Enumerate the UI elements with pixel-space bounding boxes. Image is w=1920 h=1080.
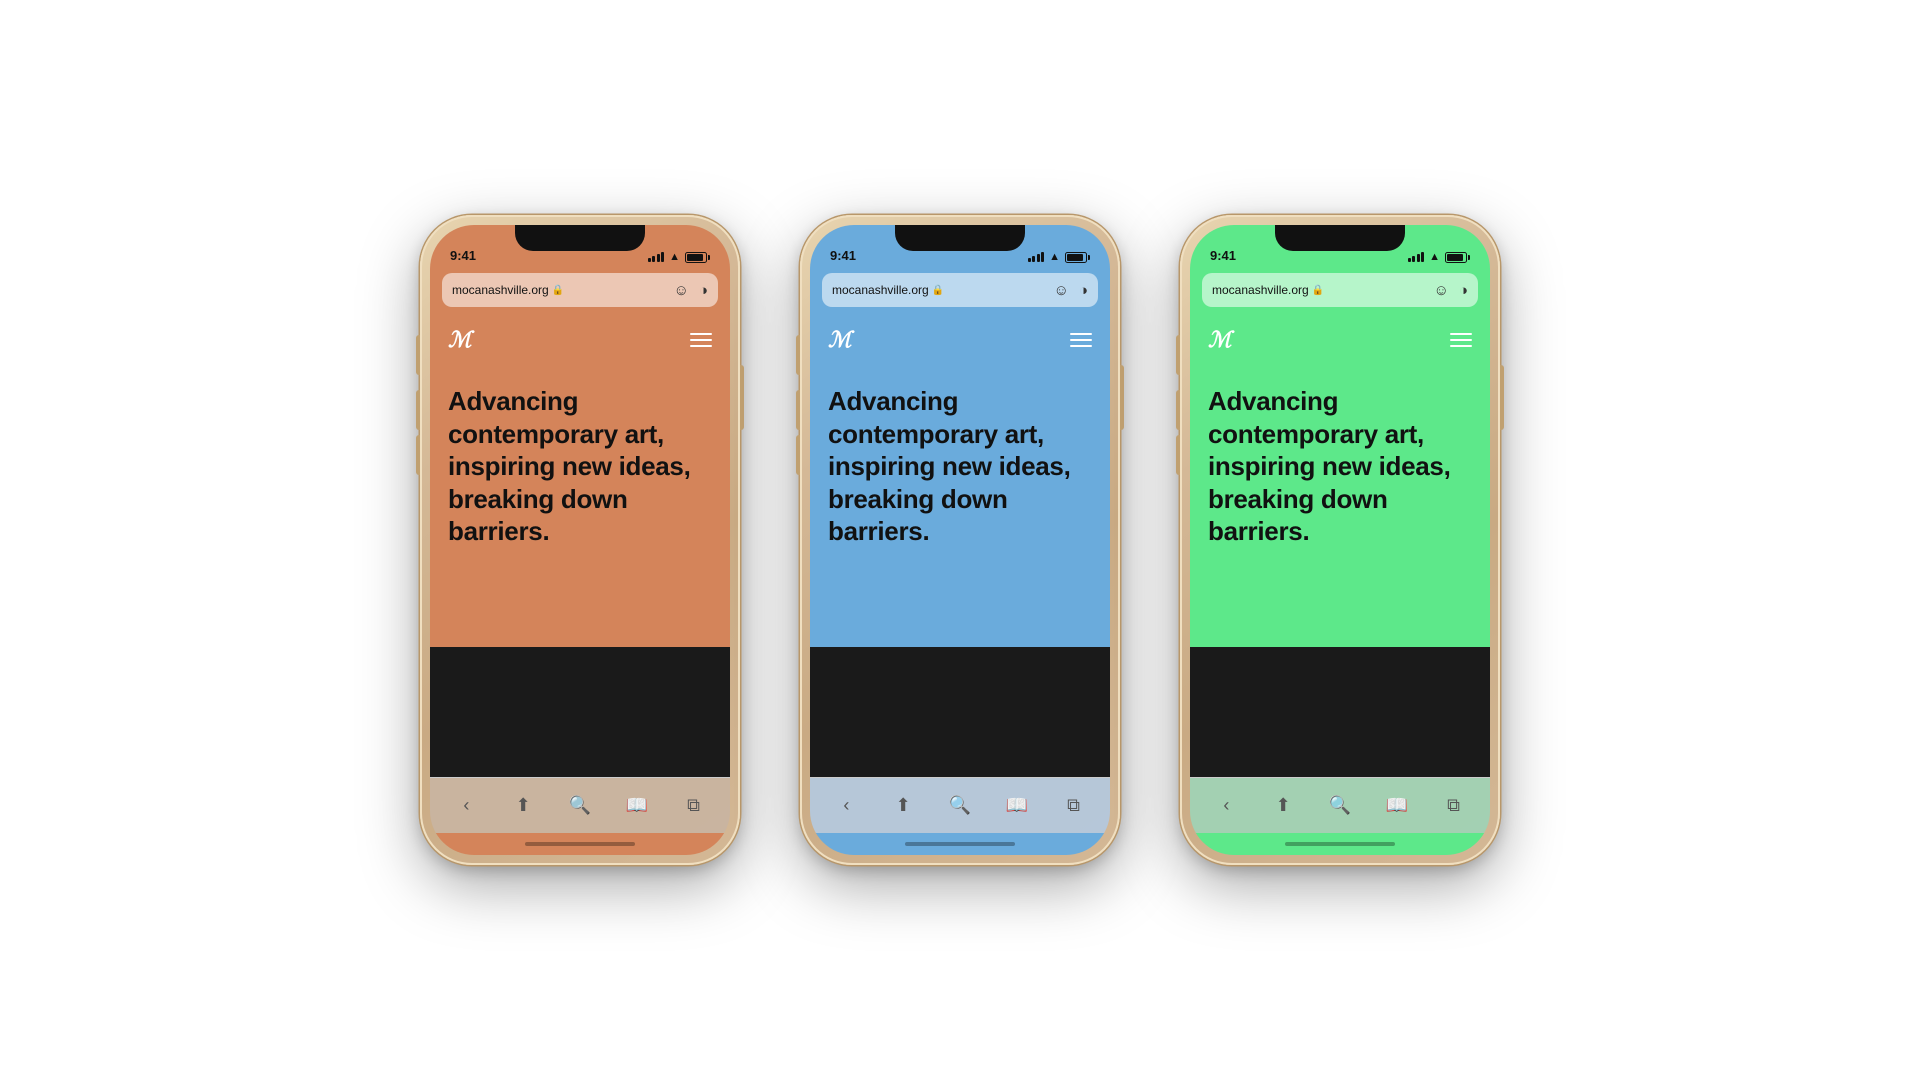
emoji-btn-blue[interactable]: ☺ [1054, 283, 1069, 298]
phone-green: 9:41 ▲ mocanashville.org 🔒 ☺ [1180, 215, 1500, 865]
site-header-green: ℳ [1190, 315, 1490, 365]
share-btn-green[interactable]: ⬆ [1265, 788, 1301, 824]
status-time-blue: 9:41 [830, 248, 856, 263]
emoji-btn-orange[interactable]: ☺ [674, 283, 689, 298]
hero-text-blue: Advancing contemporary art, inspiring ne… [828, 385, 1092, 548]
safari-toolbar-green: ‹ ⬆ 🔍 📖 ⧉ [1190, 777, 1490, 833]
notch-green [1275, 225, 1405, 251]
site-hero-blue: Advancing contemporary art, inspiring ne… [810, 365, 1110, 647]
dark-section-orange [430, 647, 730, 777]
bookmarks-btn-blue[interactable]: 📖 [999, 788, 1035, 824]
search-btn-blue[interactable]: 🔍 [942, 788, 978, 824]
battery-icon-orange [685, 252, 710, 263]
signal-bars-blue [1028, 252, 1045, 262]
tabs-btn-blue[interactable]: ⧉ [1056, 788, 1092, 824]
home-indicator-orange [430, 833, 730, 855]
url-text-green: mocanashville.org 🔒 [1212, 283, 1324, 297]
wifi-icon-blue: ▲ [1049, 251, 1060, 263]
phone-screen-green: 9:41 ▲ mocanashville.org 🔒 ☺ [1190, 225, 1490, 855]
hero-text-green: Advancing contemporary art, inspiring ne… [1208, 385, 1472, 548]
bookmarks-btn-green[interactable]: 📖 [1379, 788, 1415, 824]
battery-icon-green [1445, 252, 1470, 263]
signal-bars-orange [648, 252, 665, 262]
url-domain-orange: mocanashville.org [452, 283, 549, 297]
home-bar-orange [525, 842, 635, 846]
url-bar-container-green: mocanashville.org 🔒 ☺ ◑ [1190, 269, 1490, 315]
share-btn-blue[interactable]: ⬆ [885, 788, 921, 824]
site-logo-green: ℳ [1208, 327, 1232, 353]
hamburger-menu-orange[interactable] [690, 333, 712, 347]
url-bar-blue[interactable]: mocanashville.org 🔒 ☺ ◑ [822, 273, 1098, 307]
site-logo-blue: ℳ [828, 327, 852, 353]
wifi-icon-orange: ▲ [669, 251, 680, 263]
status-icons-orange: ▲ [648, 251, 710, 263]
hero-text-orange: Advancing contemporary art, inspiring ne… [448, 385, 712, 548]
status-icons-blue: ▲ [1028, 251, 1090, 263]
home-bar-green [1285, 842, 1395, 846]
url-actions-orange: ☺ ◑ [674, 283, 708, 298]
tabs-btn-green[interactable]: ⧉ [1436, 788, 1472, 824]
url-actions-green: ☺ ◑ [1434, 283, 1468, 298]
lock-icon-green: 🔒 [1312, 285, 1324, 296]
status-icons-green: ▲ [1408, 251, 1470, 263]
status-time-orange: 9:41 [450, 248, 476, 263]
url-domain-blue: mocanashville.org [832, 283, 929, 297]
url-bar-container-orange: mocanashville.org 🔒 ☺ ◑ [430, 269, 730, 315]
site-content-orange: ℳ Advancing contemporary art, inspiring … [430, 315, 730, 777]
url-bar-container-blue: mocanashville.org 🔒 ☺ ◑ [810, 269, 1110, 315]
search-btn-green[interactable]: 🔍 [1322, 788, 1358, 824]
phone-screen-orange: 9:41 ▲ mocanashville.org 🔒 ☺ [430, 225, 730, 855]
site-logo-orange: ℳ [448, 327, 472, 353]
reader-btn-green[interactable]: ◑ [1459, 283, 1468, 298]
tabs-btn-orange[interactable]: ⧉ [676, 788, 712, 824]
back-btn-orange[interactable]: ‹ [448, 788, 484, 824]
back-btn-blue[interactable]: ‹ [828, 788, 864, 824]
dark-section-blue [810, 647, 1110, 777]
site-header-orange: ℳ [430, 315, 730, 365]
battery-icon-blue [1065, 252, 1090, 263]
site-content-green: ℳ Advancing contemporary art, inspiring … [1190, 315, 1490, 777]
search-btn-orange[interactable]: 🔍 [562, 788, 598, 824]
phone-blue: 9:41 ▲ mocanashville.org 🔒 ☺ [800, 215, 1120, 865]
site-hero-orange: Advancing contemporary art, inspiring ne… [430, 365, 730, 647]
home-indicator-green [1190, 833, 1490, 855]
site-content-blue: ℳ Advancing contemporary art, inspiring … [810, 315, 1110, 777]
home-indicator-blue [810, 833, 1110, 855]
url-text-orange: mocanashville.org 🔒 [452, 283, 564, 297]
emoji-btn-green[interactable]: ☺ [1434, 283, 1449, 298]
status-time-green: 9:41 [1210, 248, 1236, 263]
site-hero-green: Advancing contemporary art, inspiring ne… [1190, 365, 1490, 647]
url-bar-green[interactable]: mocanashville.org 🔒 ☺ ◑ [1202, 273, 1478, 307]
safari-toolbar-orange: ‹ ⬆ 🔍 📖 ⧉ [430, 777, 730, 833]
site-header-blue: ℳ [810, 315, 1110, 365]
notch-blue [895, 225, 1025, 251]
url-text-blue: mocanashville.org 🔒 [832, 283, 944, 297]
share-btn-orange[interactable]: ⬆ [505, 788, 541, 824]
url-domain-green: mocanashville.org [1212, 283, 1309, 297]
signal-bars-green [1408, 252, 1425, 262]
hamburger-menu-blue[interactable] [1070, 333, 1092, 347]
bookmarks-btn-orange[interactable]: 📖 [619, 788, 655, 824]
phone-screen-blue: 9:41 ▲ mocanashville.org 🔒 ☺ [810, 225, 1110, 855]
home-bar-blue [905, 842, 1015, 846]
phone-orange: 9:41 ▲ mocanashville.org 🔒 ☺ [420, 215, 740, 865]
lock-icon-orange: 🔒 [552, 285, 564, 296]
reader-btn-orange[interactable]: ◑ [699, 283, 708, 298]
wifi-icon-green: ▲ [1429, 251, 1440, 263]
url-actions-blue: ☺ ◑ [1054, 283, 1088, 298]
hamburger-menu-green[interactable] [1450, 333, 1472, 347]
notch-orange [515, 225, 645, 251]
dark-section-green [1190, 647, 1490, 777]
reader-btn-blue[interactable]: ◑ [1079, 283, 1088, 298]
lock-icon-blue: 🔒 [932, 285, 944, 296]
back-btn-green[interactable]: ‹ [1208, 788, 1244, 824]
safari-toolbar-blue: ‹ ⬆ 🔍 📖 ⧉ [810, 777, 1110, 833]
url-bar-orange[interactable]: mocanashville.org 🔒 ☺ ◑ [442, 273, 718, 307]
